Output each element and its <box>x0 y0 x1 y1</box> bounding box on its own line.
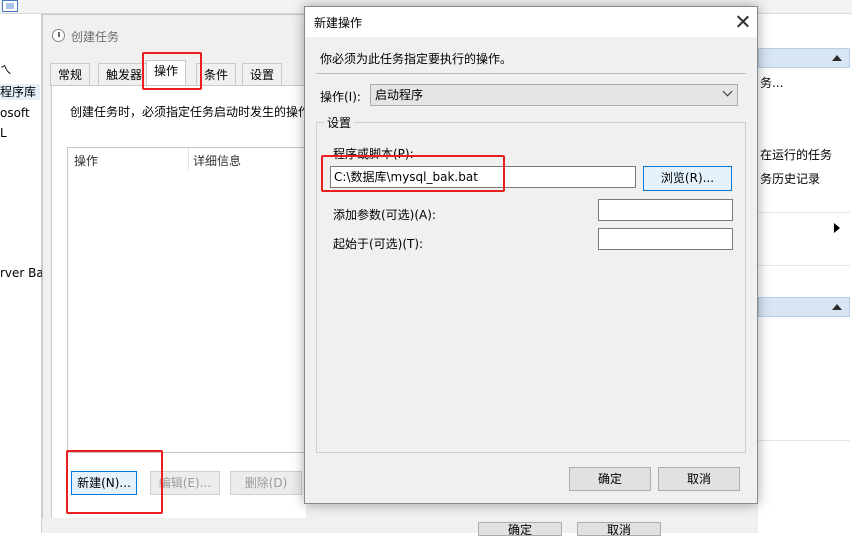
tree-item-library[interactable]: 程序库 <box>0 84 40 100</box>
create-task-cancel-button[interactable]: 取消 <box>577 522 661 536</box>
actions-pane <box>758 14 852 533</box>
delete-action-button[interactable]: 删除(D) <box>230 471 302 495</box>
column-header-details[interactable]: 详细信息 <box>193 152 241 169</box>
divider <box>758 265 850 266</box>
settings-group-label: 设置 <box>324 114 355 131</box>
clock-icon <box>52 29 65 42</box>
actions-pane-header-selected[interactable] <box>758 297 850 317</box>
dialog-title: 新建操作 <box>314 16 363 30</box>
arguments-input[interactable] <box>598 199 733 221</box>
chevron-right-icon[interactable] <box>834 223 840 233</box>
column-header-action[interactable]: 操作 <box>74 152 98 169</box>
action-type-label: 操作(I): <box>320 90 361 104</box>
tab-settings[interactable]: 设置 <box>242 63 283 86</box>
actions-description: 创建任务时，必须指定任务启动时发生的操作 <box>70 105 311 119</box>
action-type-select[interactable]: 启动程序 <box>370 84 738 106</box>
divider <box>758 440 850 441</box>
ok-button[interactable]: 确定 <box>569 467 651 491</box>
arguments-label: 添加参数(可选)(A): <box>333 208 436 222</box>
start-in-label: 起始于(可选)(T): <box>333 237 424 251</box>
cancel-button[interactable]: 取消 <box>658 467 740 491</box>
window-icon[interactable] <box>2 0 18 12</box>
dialog-titlebar[interactable] <box>305 7 757 37</box>
tab-conditions[interactable]: 条件 <box>196 63 237 86</box>
actions-pane-item-running[interactable]: 在运行的任务 <box>760 146 832 163</box>
create-task-title: 创建任务 <box>71 30 120 44</box>
tree-item-microsoft[interactable]: osoft <box>0 105 30 121</box>
tree-item-sql[interactable]: L <box>0 125 7 141</box>
tree-item[interactable]: ㄟ <box>0 62 12 78</box>
actions-pane-item-history[interactable]: 务历史记录 <box>760 170 820 187</box>
dialog-hint: 你必须为此任务指定要执行的操作。 <box>320 52 513 66</box>
separator <box>316 73 746 74</box>
column-divider[interactable] <box>188 148 189 170</box>
tree-item-server[interactable]: rver Ba <box>0 265 44 281</box>
close-icon[interactable] <box>733 12 753 32</box>
chevron-down-icon[interactable] <box>723 88 733 98</box>
highlight-new-button <box>66 450 163 514</box>
create-task-ok-button[interactable]: 确定 <box>478 522 562 536</box>
actions-list[interactable] <box>67 147 307 453</box>
tab-general[interactable]: 常规 <box>50 63 91 86</box>
divider <box>758 212 850 213</box>
highlight-program-field <box>321 155 505 192</box>
start-in-input[interactable] <box>598 228 733 250</box>
actions-pane-item[interactable]: 务... <box>760 74 783 91</box>
browse-button[interactable]: 浏览(R)... <box>643 166 732 191</box>
highlight-actions-tab <box>142 52 202 90</box>
actions-pane-header[interactable] <box>758 48 850 68</box>
